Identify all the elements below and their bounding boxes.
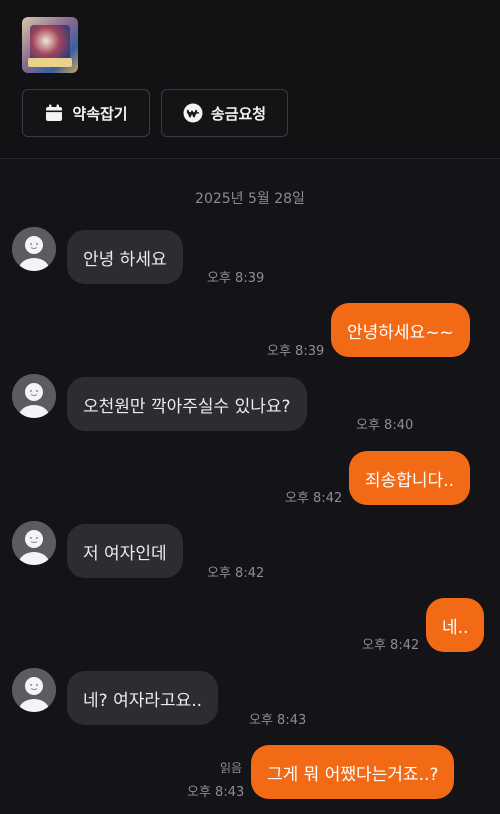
incoming-message[interactable]: 오천원만 깍아주실수 있나요? [67, 377, 307, 431]
incoming-message[interactable]: 네? 여자라고요.. [67, 671, 219, 725]
transfer-request-button[interactable]: 송금요청 [161, 89, 288, 137]
message-time: 오후 8:42 [207, 566, 265, 581]
message-time: 오후 8:43 [187, 785, 245, 800]
product-label-strip [28, 58, 72, 67]
product-thumbnail[interactable] [22, 17, 78, 73]
sender-avatar[interactable] [12, 668, 56, 712]
chat-header: 약속잡기 송금요청 [0, 0, 500, 159]
schedule-button[interactable]: 약속잡기 [22, 89, 150, 137]
outgoing-message[interactable]: 안녕하세요~~ [331, 303, 470, 357]
calendar-icon [44, 103, 64, 123]
message-time: 오후 8:40 [356, 418, 414, 433]
schedule-button-label: 약속잡기 [72, 104, 128, 123]
sender-avatar[interactable] [12, 227, 56, 271]
read-receipt: 읽음 [220, 761, 243, 775]
message-time: 오후 8:42 [285, 491, 343, 506]
sender-avatar[interactable] [12, 521, 56, 565]
outgoing-message[interactable]: 죄송합니다.. [349, 451, 471, 505]
won-circle-icon [183, 103, 203, 123]
date-separator: 2025년 5월 28일 [195, 191, 305, 207]
message-time: 오후 8:39 [267, 344, 325, 359]
incoming-message[interactable]: 안녕 하세요 [67, 230, 183, 284]
outgoing-message[interactable]: 그게 뭐 어쨌다는거죠..? [251, 745, 455, 799]
message-time: 오후 8:43 [249, 713, 307, 728]
sender-avatar[interactable] [12, 374, 56, 418]
transfer-request-button-label: 송금요청 [210, 104, 267, 123]
message-time: 오후 8:39 [207, 271, 265, 286]
outgoing-message[interactable]: 네.. [426, 598, 485, 652]
message-time: 오후 8:42 [362, 638, 420, 653]
incoming-message[interactable]: 저 여자인데 [67, 524, 183, 578]
